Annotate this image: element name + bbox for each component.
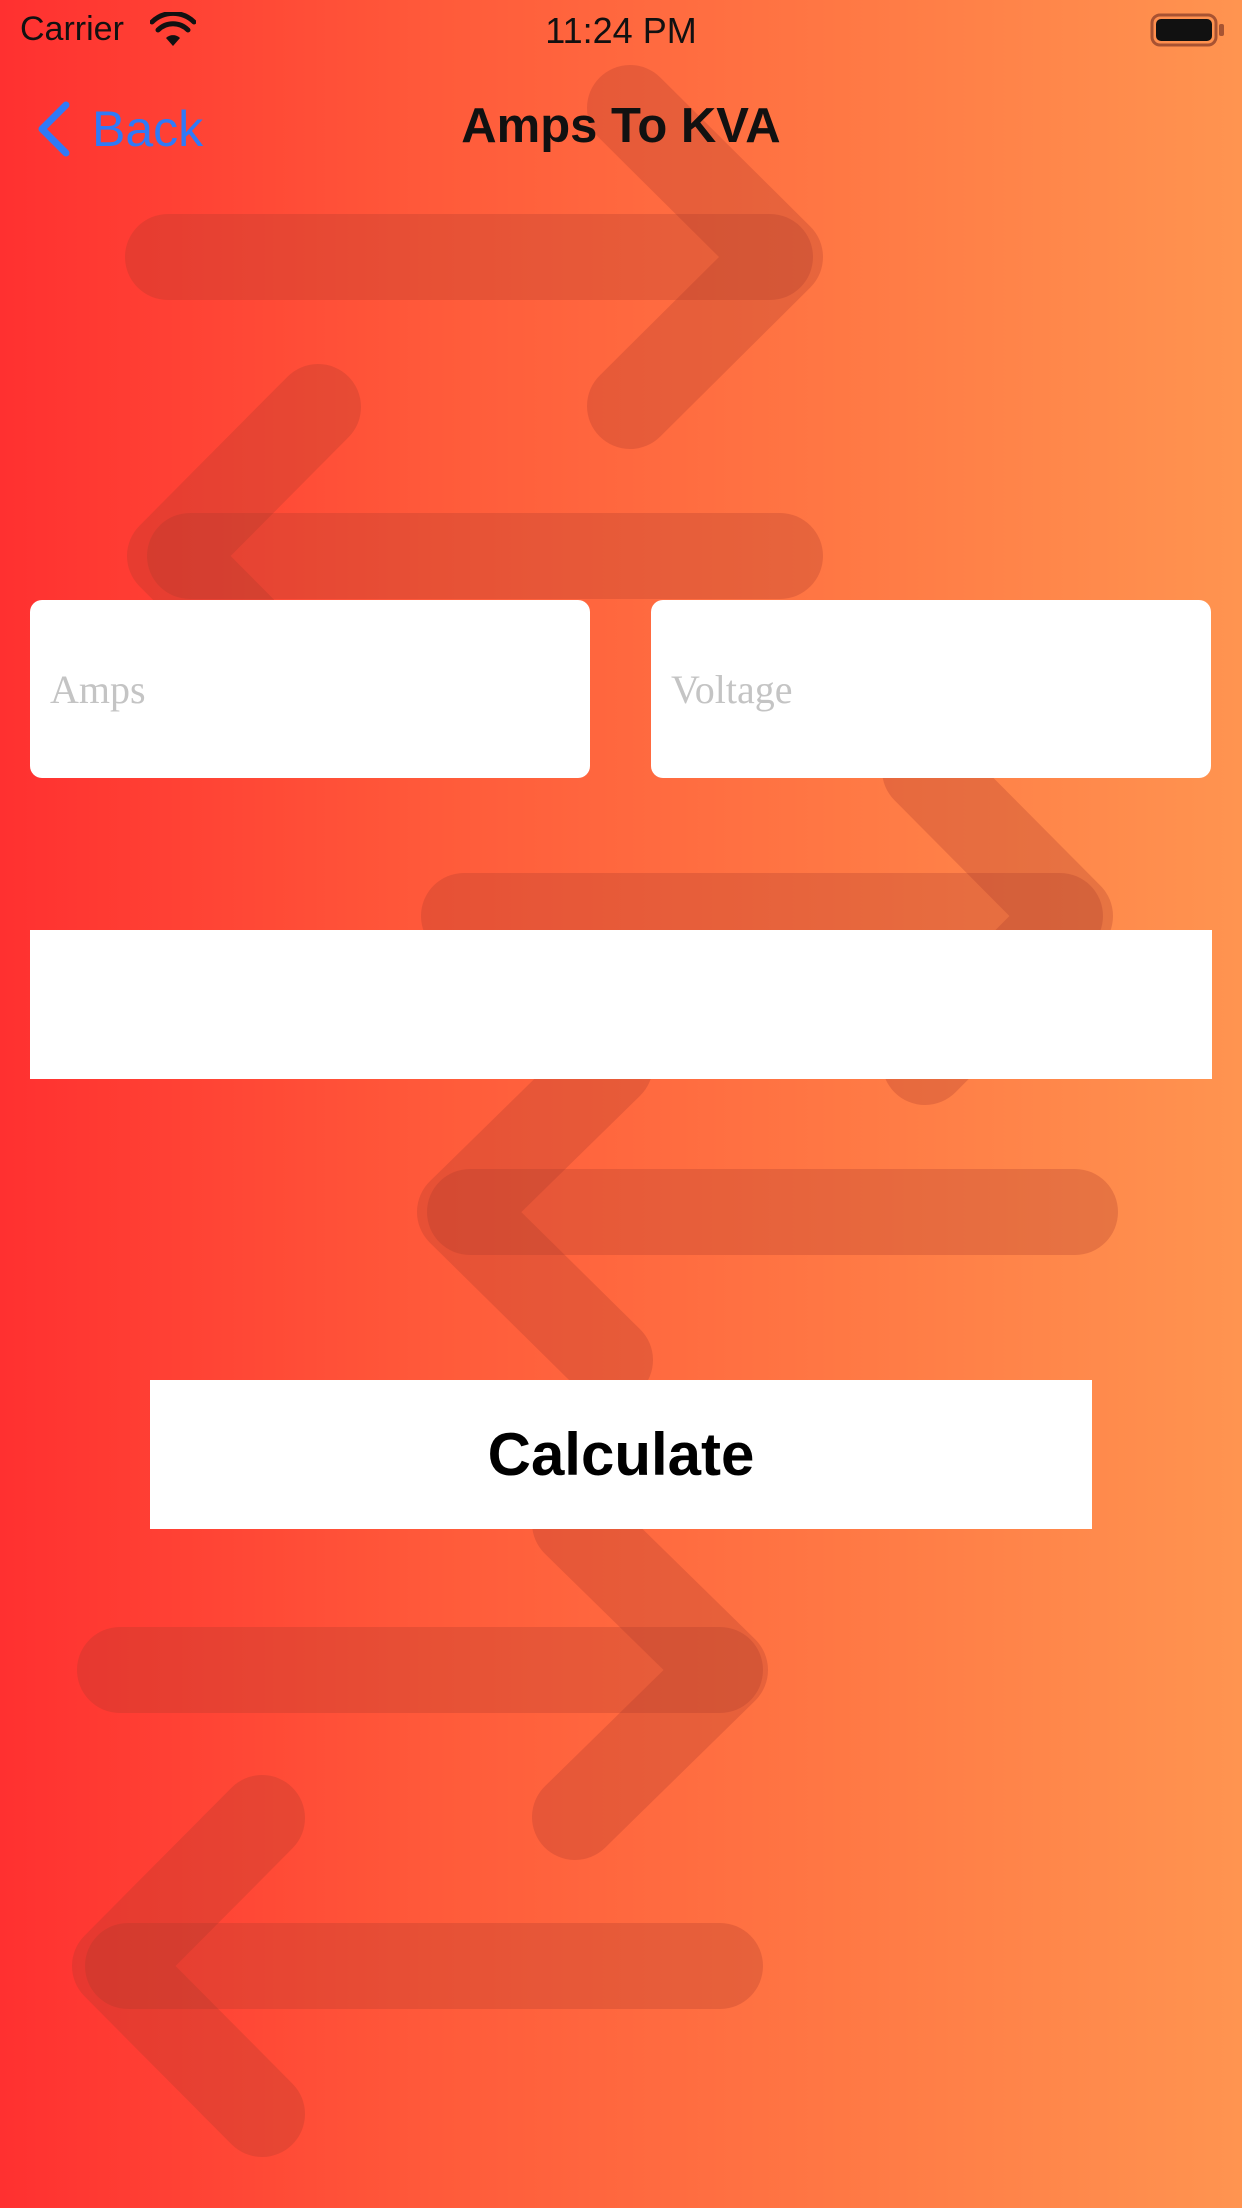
status-bar: Carrier 11:24 PM xyxy=(0,0,1242,62)
voltage-input[interactable] xyxy=(651,600,1211,778)
calculate-button[interactable]: Calculate xyxy=(150,1380,1092,1529)
result-display xyxy=(30,930,1212,1079)
background-arrows-graphic xyxy=(72,65,1118,2157)
status-time: 11:24 PM xyxy=(545,10,697,51)
page-title: Amps To KVA xyxy=(461,99,781,153)
calculate-label: Calculate xyxy=(487,1421,755,1488)
amps-input[interactable] xyxy=(30,600,590,778)
battery-icon xyxy=(1150,13,1224,47)
navigation-bar: Back Amps To KVA xyxy=(0,80,1242,176)
